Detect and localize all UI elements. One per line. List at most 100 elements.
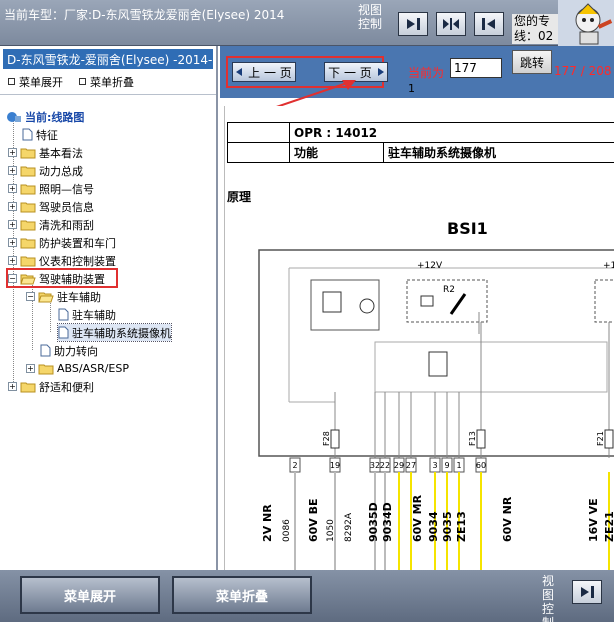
voltage-label-right: +12V bbox=[603, 261, 614, 271]
folder-icon bbox=[20, 238, 36, 248]
view-right-panel-button[interactable] bbox=[398, 12, 428, 36]
folder-icon bbox=[20, 166, 36, 176]
page-count: 177 / 208 / bbox=[554, 64, 614, 78]
tree-item-label: 驾驶员信息 bbox=[39, 200, 94, 214]
tree-item-driving-assist[interactable]: − 驾驶辅助装置 bbox=[8, 270, 105, 287]
sidebar-expand-button[interactable]: 菜单展开 bbox=[8, 75, 63, 89]
relay-label: R2 bbox=[443, 285, 455, 295]
document-icon bbox=[40, 344, 51, 357]
view-left-panel-button[interactable] bbox=[474, 12, 504, 36]
sidebar-collapse-label: 菜单折叠 bbox=[90, 75, 134, 89]
sidebar-expand-label: 菜单展开 bbox=[19, 75, 63, 89]
view-right-panel-button-bottom[interactable] bbox=[572, 580, 602, 604]
opr-code: OPR : 14012 bbox=[289, 122, 614, 143]
expand-plus-icon[interactable]: + bbox=[8, 220, 17, 229]
menu-expand-button[interactable]: 菜单展开 bbox=[20, 576, 160, 614]
view-split-button[interactable] bbox=[436, 12, 466, 36]
wire-label: 8292A bbox=[344, 512, 354, 542]
sidebar-menu-ops: 菜单展开 菜单折叠 bbox=[0, 69, 216, 95]
expand-plus-icon[interactable]: + bbox=[8, 184, 17, 193]
tree-item-label: 动力总成 bbox=[39, 164, 83, 178]
expand-plus-icon[interactable]: + bbox=[8, 256, 17, 265]
tree-item-parking-assist-doc[interactable]: 驻车辅助 bbox=[58, 306, 116, 323]
tree-item-wash-wipe[interactable]: + 清洗和雨刮 bbox=[8, 216, 94, 233]
collapse-minus-icon[interactable]: − bbox=[26, 292, 35, 301]
tree-item-label: 驻车辅助 bbox=[72, 308, 116, 322]
split-arrows-icon bbox=[443, 18, 459, 30]
expand-plus-icon[interactable]: + bbox=[8, 382, 17, 391]
expand-square-icon bbox=[8, 78, 15, 85]
tree-item-parking-assist-folder[interactable]: − 驻车辅助 bbox=[26, 288, 101, 305]
tree-item-driver-info[interactable]: + 驾驶员信息 bbox=[8, 198, 94, 215]
tree-item-label: 助力转向 bbox=[54, 344, 98, 358]
pin-number: 19 bbox=[330, 461, 340, 470]
page-number-input[interactable] bbox=[450, 58, 502, 78]
wire-label: 1050 bbox=[326, 519, 336, 542]
collapse-minus-icon[interactable]: − bbox=[8, 274, 17, 283]
pin-number: 27 bbox=[406, 461, 416, 470]
expert-hotline-text: 您的专线：02 bbox=[512, 14, 558, 44]
pin-number: 22 bbox=[380, 461, 390, 470]
pin-number: 32 bbox=[370, 461, 380, 470]
mascot-logo bbox=[558, 0, 614, 46]
control-block bbox=[374, 341, 608, 393]
tree-item-basic[interactable]: + 基本看法 bbox=[8, 144, 83, 161]
fuse-f28 bbox=[330, 429, 340, 449]
sidebar-title: D-东风雪铁龙-爱丽舍(Elysee) -2014- bbox=[3, 49, 213, 69]
document-icon bbox=[22, 128, 33, 141]
wire-label: 16V VE bbox=[587, 498, 600, 542]
pin-number: 1 bbox=[456, 461, 461, 470]
tree-item-powertrain[interactable]: + 动力总成 bbox=[8, 162, 83, 179]
tree-item-comfort[interactable]: + 舒适和便利 bbox=[8, 378, 94, 395]
page-count-line2: 1 bbox=[408, 82, 415, 95]
wire-label: ZE21 bbox=[603, 511, 614, 542]
expand-plus-icon[interactable]: + bbox=[8, 238, 17, 247]
pin-number: 60 bbox=[476, 461, 486, 470]
map-icon bbox=[7, 111, 21, 122]
pin-number: 3 bbox=[432, 461, 437, 470]
arrow-right-bar-icon bbox=[407, 18, 420, 30]
tree-current-node[interactable]: 当前:线路图 bbox=[6, 108, 84, 125]
wiring-schematic: BSI1 +12V R2 +12V bbox=[258, 219, 614, 570]
folder-icon bbox=[20, 148, 36, 158]
tree-item-instruments[interactable]: + 仪表和控制装置 bbox=[8, 252, 116, 269]
tree-item-label: ABS/ASR/ESP bbox=[57, 362, 129, 375]
expand-plus-icon[interactable]: + bbox=[26, 364, 35, 373]
jump-button[interactable]: 跳转 bbox=[512, 50, 552, 74]
module-label: BSI1 bbox=[447, 219, 488, 238]
expand-plus-icon[interactable]: + bbox=[8, 202, 17, 211]
operation-info-table: OPR : 14012 功能 驻车辅助系统摄像机 bbox=[227, 122, 614, 163]
tree-item-lighting[interactable]: + 照明—信号 bbox=[8, 180, 94, 197]
bottom-bar: 菜单展开 菜单折叠 视图控制 bbox=[0, 570, 614, 622]
tree-item-features[interactable]: 特征 bbox=[22, 126, 58, 143]
menu-collapse-button[interactable]: 菜单折叠 bbox=[172, 576, 312, 614]
vehicle-label: 当前车型：厂家:D-东风雪铁龙爱丽舍(Elysee) 2014 bbox=[4, 8, 285, 22]
tree-item-abs[interactable]: + ABS/ASR/ESP bbox=[26, 360, 129, 377]
tree-item-protection-doors[interactable]: + 防护装置和车门 bbox=[8, 234, 116, 251]
view-control-label-bottom: 视图控制 bbox=[542, 574, 555, 622]
ic-block bbox=[310, 279, 380, 331]
voltage-label: +12V bbox=[417, 261, 443, 271]
open-folder-icon bbox=[38, 292, 54, 302]
wire-label: 9035 bbox=[441, 511, 454, 542]
wire-labels: 2V NR 0086 60V BE 1050 8292A 9035D 9034D 60V MR… bbox=[261, 494, 614, 542]
pin-number: 29 bbox=[394, 461, 404, 470]
tree-item-label: 驾驶辅助装置 bbox=[39, 272, 105, 286]
document-view: OPR : 14012 功能 驻车辅助系统摄像机 原理 BSI1 +12V R2… bbox=[224, 106, 614, 570]
fuse-f21 bbox=[604, 429, 614, 449]
wire-label: ZE13 bbox=[455, 511, 468, 542]
wire-label: 0086 bbox=[282, 519, 292, 542]
document-icon bbox=[58, 308, 69, 321]
tree-item-parking-camera[interactable]: 驻车辅助系统摄像机 bbox=[57, 323, 172, 342]
folder-icon bbox=[20, 382, 36, 392]
open-folder-icon bbox=[20, 274, 36, 284]
tree-item-label: 特征 bbox=[36, 128, 58, 142]
tree-item-label: 仪表和控制装置 bbox=[39, 254, 116, 268]
tree-item-label: 防护装置和车门 bbox=[39, 236, 116, 250]
tree-item-power-steering[interactable]: 助力转向 bbox=[40, 342, 98, 359]
sidebar: D-东风雪铁龙-爱丽舍(Elysee) -2014- 菜单展开 菜单折叠 当前:… bbox=[0, 46, 218, 570]
expand-plus-icon[interactable]: + bbox=[8, 148, 17, 157]
expand-plus-icon[interactable]: + bbox=[8, 166, 17, 175]
sidebar-collapse-button[interactable]: 菜单折叠 bbox=[79, 75, 134, 89]
current-page-label: 当前为 bbox=[408, 66, 445, 80]
